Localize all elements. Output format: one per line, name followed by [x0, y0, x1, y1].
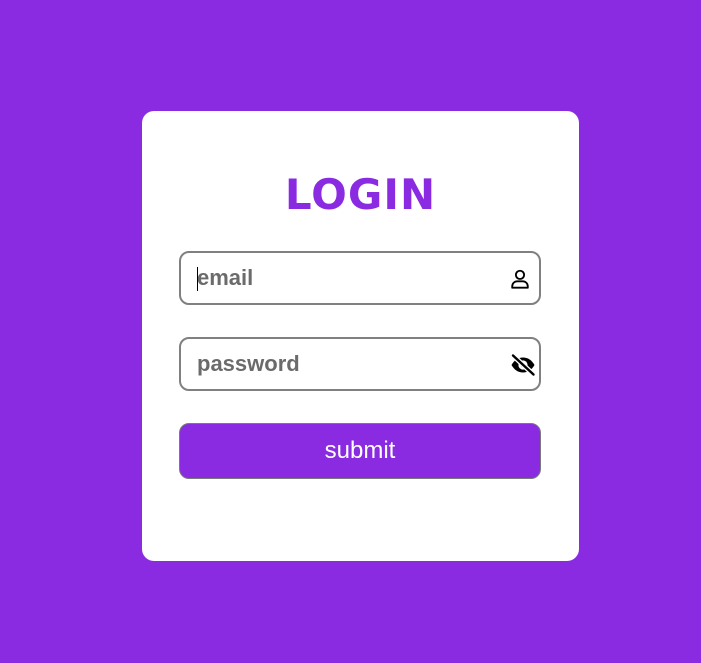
password-input[interactable]: [197, 339, 497, 389]
email-input[interactable]: [197, 253, 497, 303]
password-field[interactable]: [179, 337, 541, 391]
submit-button[interactable]: submit: [179, 423, 541, 479]
user-icon: [507, 266, 533, 292]
text-cursor: [197, 267, 198, 291]
email-field[interactable]: [179, 251, 541, 305]
page-title: LOGIN: [284, 170, 437, 219]
eye-slash-icon[interactable]: [510, 352, 536, 378]
login-card: LOGIN submit: [142, 111, 579, 561]
